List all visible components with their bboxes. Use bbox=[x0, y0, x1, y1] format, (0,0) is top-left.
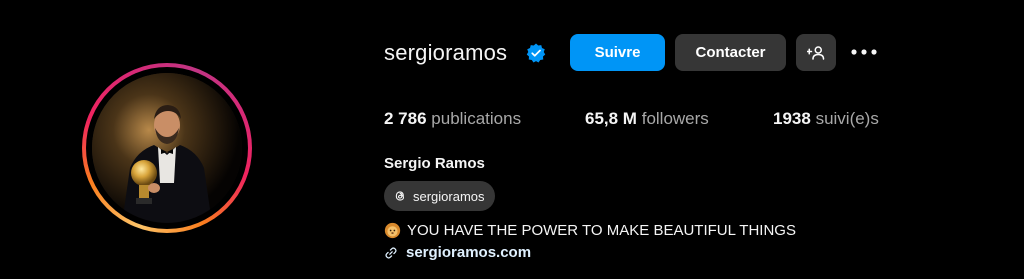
avatar[interactable] bbox=[92, 73, 242, 223]
threads-handle: sergioramos bbox=[413, 188, 485, 204]
profile-full-name: Sergio Ramos bbox=[384, 155, 485, 172]
following-stat[interactable]: 1938 suivi(e)s bbox=[773, 109, 879, 129]
contact-button[interactable]: Contacter bbox=[675, 34, 786, 71]
external-link-text: sergioramos.com bbox=[406, 244, 532, 261]
lion-face-icon bbox=[384, 222, 401, 239]
avatar-photo bbox=[92, 73, 242, 223]
link-icon bbox=[385, 246, 397, 259]
following-label: suivi(e)s bbox=[815, 109, 879, 128]
profile-bio: YOU HAVE THE POWER TO MAKE BEAUTIFUL THI… bbox=[384, 222, 796, 239]
suggested-accounts-button[interactable] bbox=[796, 34, 836, 71]
more-options-button[interactable] bbox=[848, 42, 880, 62]
external-link[interactable]: sergioramos.com bbox=[384, 244, 531, 261]
followers-count: 65,8 M bbox=[585, 109, 637, 128]
followers-label: followers bbox=[641, 109, 709, 128]
verified-badge-icon bbox=[526, 43, 546, 63]
followers-stat[interactable]: 65,8 M followers bbox=[585, 109, 709, 129]
bio-text: YOU HAVE THE POWER TO MAKE BEAUTIFUL THI… bbox=[407, 222, 796, 239]
posts-count: 2 786 bbox=[384, 109, 427, 128]
more-options-icon bbox=[851, 49, 877, 55]
posts-label: publications bbox=[431, 109, 522, 128]
threads-link-chip[interactable]: sergioramos bbox=[384, 181, 495, 211]
posts-stat: 2 786 publications bbox=[384, 109, 521, 129]
add-person-icon bbox=[807, 45, 825, 60]
follow-button[interactable]: Suivre bbox=[570, 34, 665, 71]
avatar-story-ring[interactable] bbox=[82, 63, 252, 233]
threads-icon bbox=[395, 191, 405, 201]
following-count: 1938 bbox=[773, 109, 811, 128]
profile-username: sergioramos bbox=[384, 40, 508, 65]
